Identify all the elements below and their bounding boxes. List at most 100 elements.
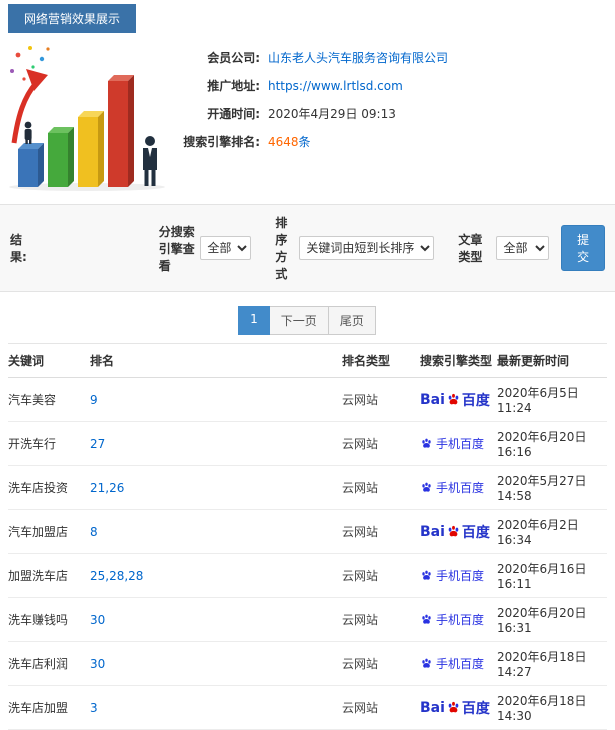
baidu-mobile-logo: 手机百度 xyxy=(420,611,484,628)
company-label: 会员公司: xyxy=(207,51,260,65)
result-section-label: 结果: xyxy=(10,233,27,264)
member-info-panel: 会员公司: 山东老人头汽车服务咨询有限公司 推广地址: https://www.… xyxy=(168,39,615,194)
open-time-value: 2020年4月29日 09:13 xyxy=(268,107,396,121)
keyword-cell: 洗车店加盟 xyxy=(8,685,90,730)
last-page-button[interactable]: 尾页 xyxy=(327,306,376,335)
baidu-mobile-logo: 手机百度 xyxy=(420,567,484,584)
engine-cell: 手机百度 xyxy=(420,641,497,686)
sort-select[interactable]: 关键词由短到长排序 xyxy=(299,236,435,260)
rank-link[interactable]: 30 xyxy=(90,613,105,627)
article-type-label: 文章类型 xyxy=(458,233,483,264)
update-time-cell: 2020年6月20日 16:31 xyxy=(497,597,607,642)
baidu-paw-icon xyxy=(448,393,459,405)
article-type-select[interactable]: 全部 xyxy=(496,236,550,260)
table-row: 汽车美容 9 云网站 Bai 百度 2020年6月5日 11:24 xyxy=(8,377,607,422)
rank-type-cell: 云网站 xyxy=(342,685,420,730)
update-time-cell: 2020年6月16日 16:11 xyxy=(497,553,607,598)
table-row: 开洗车行 27 云网站 手机百度 2020年6月20日 16:16 xyxy=(8,421,607,466)
article-type-filter-group: 文章类型 全部 xyxy=(458,231,550,265)
table-row: 加盟洗车店 25,28,28 云网站 手机百度 2020年6月16日 16:11 xyxy=(8,553,607,598)
baidu-paw-icon xyxy=(422,614,431,624)
update-time-cell: 2020年6月18日 14:27 xyxy=(497,641,607,686)
keyword-cell: 加盟洗车店 xyxy=(8,553,90,598)
baidu-pc-logo: Bai 百度 xyxy=(420,522,490,542)
engine-cell: Bai 百度 xyxy=(420,685,497,730)
rank-link[interactable]: 8 xyxy=(90,525,98,539)
rank-link[interactable]: 25,28,28 xyxy=(90,569,143,583)
engine-cell: Bai 百度 xyxy=(420,377,497,422)
next-page-button[interactable]: 下一页 xyxy=(268,306,329,335)
table-row: 汽车加盟店 8 云网站 Bai 百度 2020年6月2日 16:34 xyxy=(8,509,607,554)
header-update-time: 最新更新时间 xyxy=(497,343,607,378)
baidu-mobile-logo: 手机百度 xyxy=(420,479,484,496)
keyword-cell: 洗车店投资 xyxy=(8,465,90,510)
table-row: 洗车店利润 30 云网站 手机百度 2020年6月18日 14:27 xyxy=(8,641,607,686)
rank-count-unit: 条 xyxy=(298,135,311,149)
keyword-cell: 开洗车行 xyxy=(8,421,90,466)
baidu-mobile-logo: 手机百度 xyxy=(420,435,484,452)
promo-url-link[interactable]: https://www.lrtlsd.com xyxy=(268,79,403,93)
table-row: 洗车赚钱吗 30 云网站 手机百度 2020年6月20日 16:31 xyxy=(8,597,607,642)
update-time-cell: 2020年6月5日 11:24 xyxy=(497,377,607,422)
bar-chart-decoration xyxy=(9,46,165,191)
engine-cell: 手机百度 xyxy=(420,465,497,510)
results-table-body: 汽车美容 9 云网站 Bai 百度 2020年6月5日 11:24 开洗车行 2… xyxy=(8,377,607,730)
page-number-current[interactable]: 1 xyxy=(238,306,270,335)
header-engine-type: 搜索引擎类型 xyxy=(420,343,497,378)
rank-link[interactable]: 9 xyxy=(90,393,98,407)
rank-count-value: 4648条 xyxy=(268,133,311,150)
baidu-mobile-logo: 手机百度 xyxy=(420,655,484,672)
results-table: 关键词 排名 排名类型 搜索引擎类型 最新更新时间 汽车美容 9 云网站 Bai… xyxy=(8,343,607,730)
sort-filter-group: 排序方式 关键词由短到长排序 xyxy=(275,214,435,282)
info-row-open-time: 开通时间: 2020年4月29日 09:13 xyxy=(168,105,615,122)
open-time-label: 开通时间: xyxy=(207,107,260,121)
filter-bar: 结果: 分搜索引擎查看 全部 排序方式 关键词由短到长排序 文章类型 全部 提交 xyxy=(0,204,615,292)
baidu-logo-text-bai: Bai xyxy=(420,699,445,716)
member-company-link[interactable]: 山东老人头汽车服务咨询有限公司 xyxy=(268,49,448,66)
info-row-rank-count: 搜索引擎排名: 4648条 xyxy=(168,133,615,150)
mobile-baidu-label: 手机百度 xyxy=(436,656,485,671)
rank-type-cell: 云网站 xyxy=(342,509,420,554)
table-header-row: 关键词 排名 排名类型 搜索引擎类型 最新更新时间 xyxy=(8,343,607,378)
rank-type-cell: 云网站 xyxy=(342,377,420,422)
keyword-cell: 洗车赚钱吗 xyxy=(8,597,90,642)
header-keyword: 关键词 xyxy=(8,343,90,378)
mobile-baidu-label: 手机百度 xyxy=(436,568,485,583)
page-title: 网络营销效果展示 xyxy=(8,4,137,33)
rank-type-cell: 云网站 xyxy=(342,553,420,598)
rank-type-cell: 云网站 xyxy=(342,465,420,510)
baidu-logo-text-du: 百度 xyxy=(461,524,490,541)
baidu-logo-text-bai: Bai xyxy=(420,523,445,540)
update-time-cell: 2020年6月18日 14:30 xyxy=(497,685,607,730)
baidu-logo-text-du: 百度 xyxy=(461,392,490,409)
rank-type-cell: 云网站 xyxy=(342,597,420,642)
promo-url-label: 推广地址: xyxy=(207,79,260,93)
rank-link[interactable]: 21,26 xyxy=(90,481,124,495)
table-row: 洗车店加盟 3 云网站 Bai 百度 2020年6月18日 14:30 xyxy=(8,685,607,730)
baidu-pc-logo: Bai 百度 xyxy=(420,698,490,718)
engine-cell: 手机百度 xyxy=(420,421,497,466)
rank-link[interactable]: 3 xyxy=(90,701,98,715)
submit-button[interactable]: 提交 xyxy=(561,225,605,271)
baidu-paw-icon xyxy=(422,438,431,448)
rank-link[interactable]: 27 xyxy=(90,437,105,451)
update-time-cell: 2020年6月20日 16:16 xyxy=(497,421,607,466)
baidu-paw-icon xyxy=(422,482,431,492)
info-row-company: 会员公司: 山东老人头汽车服务咨询有限公司 xyxy=(168,49,615,66)
mobile-baidu-label: 手机百度 xyxy=(436,612,485,627)
pagination: 1 下一页 尾页 xyxy=(0,306,615,335)
mobile-baidu-label: 手机百度 xyxy=(436,436,485,451)
engine-filter-group: 分搜索引擎查看 全部 xyxy=(159,223,252,274)
rank-count-label: 搜索引擎排名: xyxy=(183,135,260,149)
engine-cell: 手机百度 xyxy=(420,553,497,598)
header-rank: 排名 xyxy=(90,343,342,378)
baidu-logo-text-bai: Bai xyxy=(420,391,445,408)
engine-select[interactable]: 全部 xyxy=(200,236,252,260)
update-time-cell: 2020年5月27日 14:58 xyxy=(497,465,607,510)
baidu-paw-icon xyxy=(448,525,459,537)
engine-cell: 手机百度 xyxy=(420,597,497,642)
baidu-paw-icon xyxy=(422,570,431,580)
rank-type-cell: 云网站 xyxy=(342,421,420,466)
rank-link[interactable]: 30 xyxy=(90,657,105,671)
mobile-baidu-label: 手机百度 xyxy=(436,480,485,495)
